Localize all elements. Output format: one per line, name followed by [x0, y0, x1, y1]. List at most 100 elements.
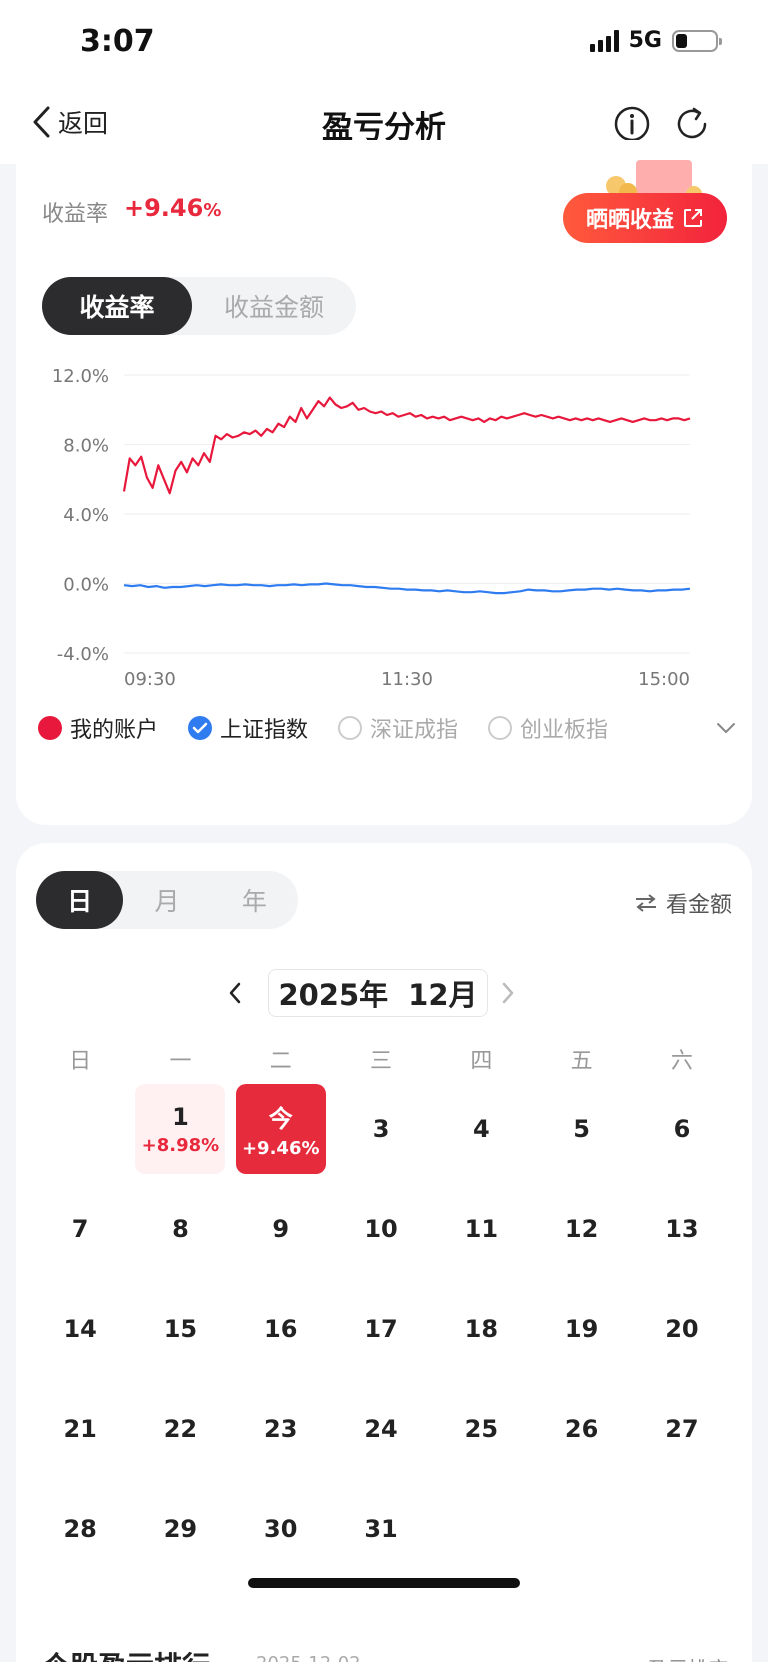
day-number: 22 [163, 1415, 198, 1443]
calendar-day[interactable]: 5 [531, 1079, 631, 1179]
share-return-button[interactable]: 晒晒收益 [563, 193, 727, 243]
day-number: 26 [564, 1415, 599, 1443]
calendar-day[interactable]: 29 [130, 1479, 230, 1579]
calendar-day[interactable]: 23 [231, 1379, 331, 1479]
calendar-day-gain: 1 +8.98% [135, 1084, 226, 1174]
ranking-sort-toggle[interactable]: 盈亏排序 [648, 1653, 728, 1662]
day-number: 27 [665, 1415, 699, 1443]
calendar-day[interactable]: 20 [632, 1279, 732, 1379]
day-number: 24 [364, 1415, 398, 1443]
view-amount-toggle[interactable]: 看金额 [634, 887, 732, 919]
network-label: 5G [628, 28, 662, 53]
day-number: 28 [63, 1515, 97, 1543]
return-value: +9.46% [124, 194, 222, 222]
month-selector[interactable]: 2025年 12月 [268, 969, 488, 1017]
x-tick-label: 09:30 [124, 669, 176, 690]
day-number: 21 [63, 1415, 97, 1443]
calendar-day[interactable]: 12 [531, 1179, 631, 1279]
home-indicator [248, 1578, 520, 1588]
day-number: 6 [673, 1115, 691, 1143]
legend-item-shenzhen-index[interactable]: 深证成指 [338, 712, 458, 744]
signal-icon [589, 29, 619, 52]
calendar-day[interactable]: 17 [331, 1279, 431, 1379]
calendar-day[interactable]: 11 [431, 1179, 531, 1279]
legend-label: 我的账户 [70, 718, 159, 743]
calendar-day[interactable]: 15 [130, 1279, 230, 1379]
calendar-day[interactable]: 22 [130, 1379, 230, 1479]
weekday-label: 五 [570, 1049, 593, 1074]
day-number: 15 [163, 1315, 198, 1343]
external-link-icon [684, 209, 702, 227]
day-number: 1 [172, 1102, 189, 1131]
day-number: 12 [564, 1215, 599, 1243]
calendar-day[interactable]: 今 +9.46% [231, 1079, 331, 1179]
calendar-day[interactable]: 1 +8.98% [130, 1079, 230, 1179]
tab-return-rate[interactable]: 收益率 [42, 277, 192, 335]
day-number: 31 [364, 1515, 398, 1543]
calendar-day[interactable]: 24 [331, 1379, 431, 1479]
calendar-day[interactable]: 30 [231, 1479, 331, 1579]
calendar-day[interactable]: 10 [331, 1179, 431, 1279]
tab-return-amount[interactable]: 收益金额 [192, 277, 356, 335]
legend-item-chinext-index[interactable]: 创业板指 [488, 712, 608, 744]
tab-year[interactable]: 年 [211, 871, 298, 929]
legend-item-my-account[interactable]: 我的账户 [38, 712, 158, 744]
year-label: 2025年 [278, 978, 389, 1012]
day-number: 4 [472, 1115, 490, 1143]
day-number: 20 [665, 1315, 699, 1343]
unchecked-circle-icon [488, 716, 513, 740]
chevron-right-icon[interactable] [499, 979, 517, 1007]
calendar-day[interactable]: 14 [30, 1279, 130, 1379]
period-tabs: 日 月 年 [36, 871, 298, 929]
calendar-day[interactable]: 25 [431, 1379, 531, 1479]
calendar-day[interactable]: 9 [231, 1179, 331, 1279]
calendar-day[interactable]: 28 [30, 1479, 130, 1579]
return-chart: 12.0% 8.0% 4.0% 0.0% -4.0% 09:30 11:30 15:00 [26, 350, 746, 690]
calendar-day[interactable]: 8 [130, 1179, 230, 1279]
swap-icon [635, 894, 656, 912]
series-line [123, 582, 691, 595]
calendar-day[interactable]: 6 [632, 1079, 732, 1179]
share-return-label: 晒晒收益 [585, 208, 674, 233]
calendar-day[interactable]: 19 [531, 1279, 631, 1379]
calendar-day[interactable]: 18 [431, 1279, 531, 1379]
weekday-label: 三 [370, 1049, 393, 1074]
chart-legend: 我的账户 上证指数 深证成指 创业板指 [38, 708, 738, 748]
calendar-day[interactable]: 3 [331, 1079, 431, 1179]
status-time: 3:07 [80, 24, 155, 59]
calendar-day[interactable]: 4 [431, 1079, 531, 1179]
day-number: 23 [264, 1415, 298, 1443]
weekday-label: 一 [169, 1049, 192, 1074]
tab-month[interactable]: 月 [123, 871, 210, 929]
calendar-day-today: 今 +9.46% [235, 1084, 326, 1174]
day-number: 今 [268, 1105, 293, 1133]
legend-label: 深证成指 [370, 718, 459, 743]
day-return: +9.46% [241, 1138, 320, 1159]
x-tick-label: 11:30 [381, 669, 433, 690]
calendar-day[interactable]: 31 [331, 1479, 431, 1579]
ranking-date: 2025-12-02 [256, 1653, 361, 1662]
day-number: 18 [464, 1315, 499, 1343]
calendar-day[interactable]: 21 [30, 1379, 130, 1479]
refresh-icon[interactable] [672, 104, 712, 144]
calendar-day[interactable]: 27 [632, 1379, 732, 1479]
calendar-day[interactable]: 13 [632, 1179, 732, 1279]
legend-item-shanghai-index[interactable]: 上证指数 [188, 712, 308, 744]
unchecked-circle-icon [338, 716, 363, 740]
calendar-day[interactable]: 16 [231, 1279, 331, 1379]
chevron-down-icon[interactable] [714, 716, 738, 740]
calendar-day[interactable]: 26 [531, 1379, 631, 1479]
day-number: 30 [264, 1515, 298, 1543]
tab-day[interactable]: 日 [36, 871, 124, 929]
legend-label: 创业板指 [520, 718, 609, 743]
info-icon[interactable] [612, 104, 652, 144]
weekday-header: 日一二三四五六 [30, 1043, 732, 1075]
weekday-label: 二 [269, 1049, 292, 1074]
chevron-left-icon[interactable] [226, 979, 244, 1007]
month-label: 12月 [408, 978, 478, 1012]
day-number: 19 [564, 1315, 599, 1343]
status-bar: 3:07 5G [0, 0, 768, 88]
y-tick-label: -4.0% [57, 644, 109, 665]
day-return: +8.98% [141, 1134, 220, 1156]
calendar-day[interactable]: 7 [30, 1179, 130, 1279]
